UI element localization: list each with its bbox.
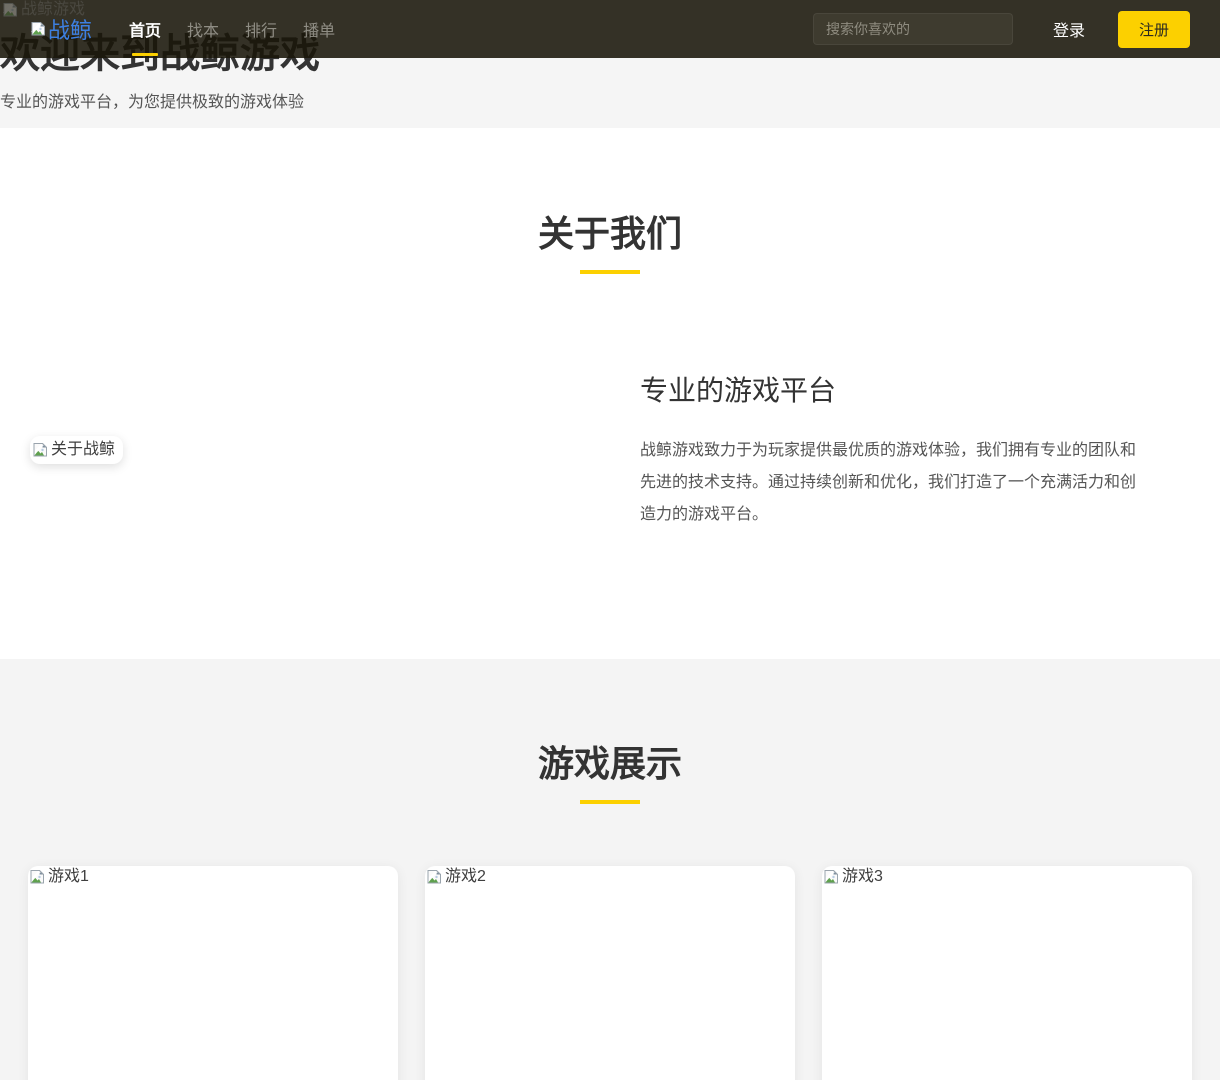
game-cards-row: 游戏1 游戏2 游戏3 bbox=[28, 866, 1192, 1080]
register-button[interactable]: 注册 bbox=[1118, 11, 1190, 48]
broken-image-icon bbox=[2, 2, 18, 18]
logo-broken-image bbox=[30, 21, 46, 37]
game-card-2[interactable]: 游戏2 bbox=[425, 866, 795, 1080]
game-1-broken-image: 游戏1 bbox=[28, 866, 89, 885]
about-section: 关于我们 关于战鲸 专业的游戏平台 战鲸游戏致力于为玩家提供最优质的游戏体验，我… bbox=[0, 128, 1220, 659]
broken-image-icon bbox=[30, 21, 46, 37]
game-3-broken-image: 游戏3 bbox=[822, 866, 883, 885]
about-heading: 专业的游戏平台 bbox=[640, 369, 1192, 409]
nav-item-find[interactable]: 找本 bbox=[187, 0, 219, 58]
about-section-title: 关于我们 bbox=[0, 211, 1220, 256]
games-section: 游戏展示 游戏1 游戏2 游戏3 bbox=[0, 659, 1220, 1080]
about-image-column: 关于战鲸 bbox=[28, 436, 580, 464]
broken-image-icon bbox=[32, 442, 48, 458]
hero-broken-background-image: 战鲸游戏 bbox=[2, 2, 85, 18]
hero-image-alt-text: 战鲸游戏 bbox=[21, 2, 85, 18]
about-description: 战鲸游戏致力于为玩家提供最优质的游戏体验，我们拥有专业的团队和先进的技术支持。通… bbox=[640, 435, 1140, 531]
game-1-image-alt-text: 游戏1 bbox=[48, 869, 89, 885]
login-button[interactable]: 登录 bbox=[1053, 17, 1085, 41]
nav-menu: 首页 找本 排行 播单 bbox=[129, 0, 335, 58]
about-content-row: 关于战鲸 专业的游戏平台 战鲸游戏致力于为玩家提供最优质的游戏体验，我们拥有专业… bbox=[28, 369, 1192, 659]
nav-item-home[interactable]: 首页 bbox=[129, 0, 161, 58]
nav-item-playlist[interactable]: 播单 bbox=[303, 0, 335, 58]
search-input[interactable] bbox=[813, 13, 1013, 45]
broken-image-icon bbox=[823, 869, 839, 885]
title-underline-bar bbox=[580, 270, 640, 274]
game-2-broken-image: 游戏2 bbox=[425, 866, 486, 885]
about-broken-image: 关于战鲸 bbox=[30, 436, 123, 464]
about-text-column: 专业的游戏平台 战鲸游戏致力于为玩家提供最优质的游戏体验，我们拥有专业的团队和先… bbox=[640, 369, 1192, 531]
title-underline-bar bbox=[580, 800, 640, 804]
game-2-image-alt-text: 游戏2 bbox=[445, 869, 486, 885]
broken-image-icon bbox=[29, 869, 45, 885]
game-card-1[interactable]: 游戏1 bbox=[28, 866, 398, 1080]
broken-image-icon bbox=[426, 869, 442, 885]
navbar: 战鲸 首页 找本 排行 播单 登录 注册 bbox=[0, 0, 1220, 58]
hero-subtitle: 专业的游戏平台，为您提供极致的游戏体验 bbox=[0, 88, 1220, 112]
game-card-3[interactable]: 游戏3 bbox=[822, 866, 1192, 1080]
games-section-title: 游戏展示 bbox=[28, 741, 1192, 786]
game-3-image-alt-text: 游戏3 bbox=[842, 869, 883, 885]
about-image-alt-text: 关于战鲸 bbox=[51, 442, 115, 458]
nav-item-ranking[interactable]: 排行 bbox=[245, 0, 277, 58]
